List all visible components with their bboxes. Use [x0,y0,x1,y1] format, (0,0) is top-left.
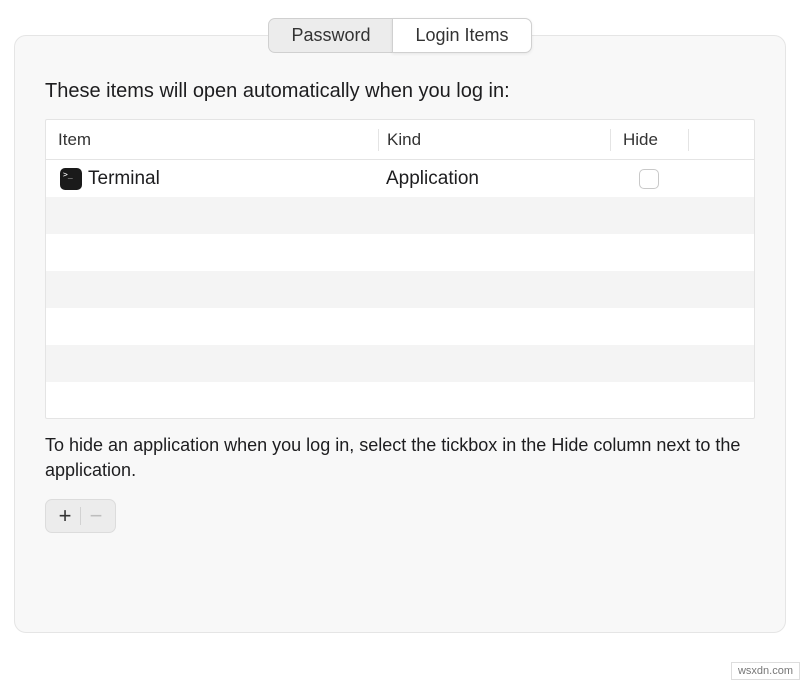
cell-hide [610,169,688,189]
add-remove-group: + − [45,499,116,533]
table-row-empty [46,197,754,234]
table-body: >_ Terminal Application [46,160,754,419]
column-header-item[interactable]: Item [46,130,378,150]
terminal-icon: >_ [60,168,82,190]
table-row-empty [46,308,754,345]
table-header: Item Kind Hide [46,120,754,160]
remove-button[interactable]: − [81,501,111,531]
column-header-spacer [688,129,754,151]
table-row-empty [46,271,754,308]
cell-kind: Application [378,168,610,190]
panel-heading: These items will open automatically when… [45,80,755,103]
attribution-label: wsxdn.com [731,662,800,680]
item-name: Terminal [88,168,160,190]
hide-checkbox[interactable] [639,169,659,189]
login-items-panel: These items will open automatically when… [14,35,786,633]
add-button[interactable]: + [50,501,80,531]
table-row-empty [46,345,754,382]
table-row-empty [46,234,754,271]
tab-login-items[interactable]: Login Items [392,18,531,53]
table-row[interactable]: >_ Terminal Application [46,160,754,197]
tab-password[interactable]: Password [268,18,392,53]
cell-item: >_ Terminal [46,168,378,190]
tab-bar: Password Login Items [0,0,800,53]
login-items-table: Item Kind Hide >_ Terminal Application [45,119,755,419]
table-row-empty [46,382,754,419]
column-header-kind[interactable]: Kind [378,129,610,151]
column-header-hide[interactable]: Hide [610,129,688,151]
hint-text: To hide an application when you log in, … [45,433,755,483]
